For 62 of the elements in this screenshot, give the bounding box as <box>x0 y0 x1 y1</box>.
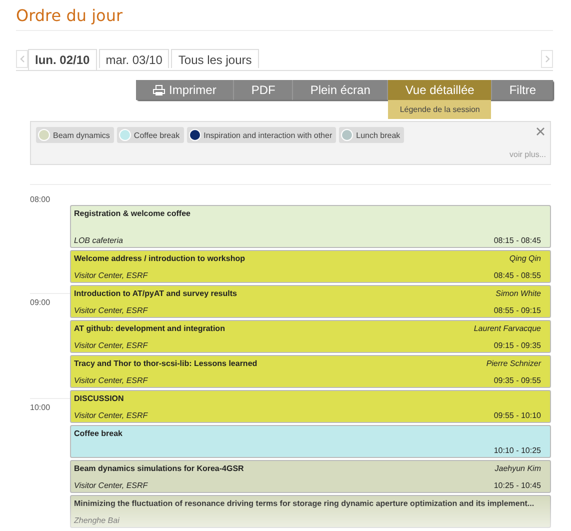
event-time: 10:10 - 10:25 <box>494 446 541 455</box>
close-icon <box>536 127 545 136</box>
event-block[interactable]: Tracy and Thor to thor-scsi-lib: Lessons learned Pierre Schnizer Visitor Center, ESRF 09:35 - 09:55 <box>70 355 551 388</box>
hour-label: 08:00 <box>30 195 50 204</box>
event-title: DISCUSSION <box>74 394 124 403</box>
hour-label: 09:00 <box>30 298 50 307</box>
event-block[interactable]: Beam dynamics simulations for Korea-4GSR Jaehyun Kim Visitor Center, ESRF 10:25 - 10:45 <box>70 460 551 493</box>
hour-label: 10:00 <box>30 403 50 412</box>
day-tab[interactable]: lun. 02/10 <box>28 49 97 70</box>
event-title: Welcome address / introduction to workshop <box>74 254 245 263</box>
event-title: Tracy and Thor to thor-scsi-lib: Lessons learned <box>74 359 258 368</box>
legend-chip[interactable]: Beam dynamics <box>36 127 114 143</box>
event-title: Coffee break <box>74 429 122 438</box>
event-block[interactable]: Registration & welcome coffee LOB cafeteria 08:15 - 08:45 <box>70 205 551 248</box>
event-block[interactable]: Coffee break 10:10 - 10:25 <box>70 425 551 458</box>
event-title: Introduction to AT/pyAT and survey results <box>74 289 237 298</box>
event-location: Visitor Center, ESRF <box>74 341 148 350</box>
day-tab[interactable]: mar. 03/10 <box>98 49 170 68</box>
page-title: Ordre du jour <box>16 5 124 26</box>
event-time: 09:35 - 09:55 <box>494 376 541 385</box>
event-time: 08:15 - 08:45 <box>494 236 541 245</box>
event-time: 09:15 - 09:35 <box>494 341 541 350</box>
event-location: LOB cafeteria <box>74 236 123 245</box>
presenter-name: Jaehyun Kim <box>494 464 541 473</box>
legend-chip[interactable]: Coffee break <box>116 127 184 143</box>
toolbar-button[interactable]: Filtre <box>492 80 553 100</box>
event-title: Registration & welcome coffee <box>74 209 190 218</box>
event-title: Minimizing the fluctuation of resonance driving terms for storage ring dynamic aperture optimization and its implement... <box>74 499 534 508</box>
event-location: Visitor Center, ESRF <box>74 271 148 280</box>
next-button[interactable] <box>541 50 553 68</box>
chevron-right-icon <box>544 55 550 63</box>
event-location: Visitor Center, ESRF <box>74 411 148 420</box>
event-block[interactable]: AT github: development and integration Laurent Farvacque Visitor Center, ESRF 09:15 - 09:35 <box>70 320 551 353</box>
presenter-name: Qing Qin <box>509 254 541 263</box>
event-location: Visitor Center, ESRF <box>74 376 148 385</box>
presenter-name: Zhenghe Bai <box>74 516 120 525</box>
toolbar-button[interactable]: Imprimer <box>136 80 234 100</box>
event-location: Visitor Center, ESRF <box>74 306 148 315</box>
legend-chip[interactable]: Lunch break <box>339 127 404 143</box>
presenter-name: Pierre Schnizer <box>486 359 541 368</box>
presenter-name: Laurent Farvacque <box>474 324 541 333</box>
event-time: 08:45 - 08:55 <box>494 271 541 280</box>
previous-button[interactable] <box>16 50 28 68</box>
printer-icon <box>152 84 165 96</box>
event-location: Visitor Center, ESRF <box>74 481 148 490</box>
event-time: 09:55 - 10:10 <box>494 411 541 420</box>
event-title: AT github: development and integration <box>74 324 225 333</box>
chevron-left-icon <box>20 55 24 63</box>
event-time: 08:55 - 09:15 <box>494 306 541 315</box>
toolbar-button[interactable]: PDF <box>234 80 292 100</box>
event-block[interactable]: Introduction to AT/pyAT and survey results Simon White Visitor Center, ESRF 08:55 - 09:15 <box>70 285 551 318</box>
event-time: 10:25 - 10:45 <box>494 481 541 490</box>
event-block[interactable]: DISCUSSION Visitor Center, ESRF 09:55 - 10:10 <box>70 390 551 423</box>
day-tab[interactable]: Tous les jours <box>171 49 259 68</box>
event-block[interactable]: Welcome address / introduction to workshop Qing Qin Visitor Center, ESRF 08:45 - 08:55 <box>70 250 551 283</box>
event-title: Beam dynamics simulations for Korea-4GSR <box>74 464 244 473</box>
close-button[interactable] <box>536 127 545 136</box>
toolbar-button[interactable]: Plein écran <box>293 80 388 100</box>
presenter-name: Simon White <box>496 289 541 298</box>
menu-item[interactable]: Légende de la session <box>392 103 488 116</box>
legend-chip[interactable]: Inspiration and interaction with other <box>186 127 336 143</box>
event-block[interactable]: Minimizing the fluctuation of resonance driving terms for storage ring dynamic aperture optimization and its implement... Zhenghe Bai <box>70 495 551 528</box>
